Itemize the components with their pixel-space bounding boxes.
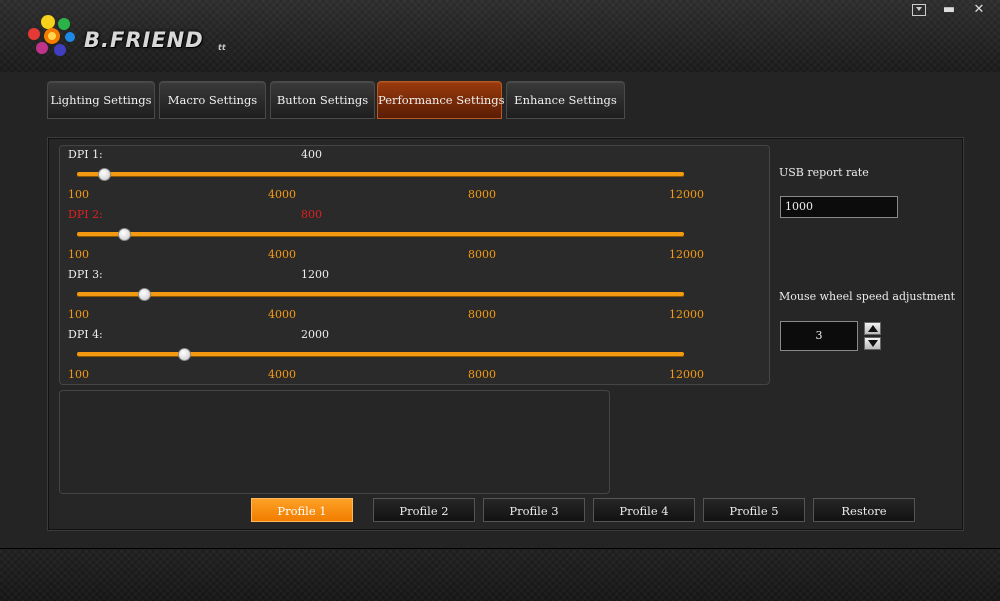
brand-logo: B.FRIEND tt [26, 10, 246, 60]
dpi-4-label: DPI 4: [68, 328, 103, 341]
profile-4-button[interactable]: Profile 4 [593, 498, 695, 522]
profile-5-button[interactable]: Profile 5 [703, 498, 805, 522]
dpi-3-tick-min: 100 [68, 308, 89, 321]
tab-lighting-settings[interactable]: Lighting Settings [47, 81, 155, 119]
dpi-3-slider-thumb[interactable] [138, 288, 151, 301]
minimize-button[interactable]: ▬ [937, 2, 961, 18]
flower-logo-icon [28, 15, 75, 56]
dpi-1-tick-min: 100 [68, 188, 89, 201]
footer-bar [0, 548, 1000, 601]
tab-button-settings[interactable]: Button Settings [270, 81, 375, 119]
dpi-1-tick-8000: 8000 [468, 188, 496, 201]
dpi-4-tick-max: 12000 [669, 368, 704, 381]
dpi-4-slider[interactable] [77, 348, 684, 361]
brand-suffix: tt [218, 43, 226, 52]
profile-2-button[interactable]: Profile 2 [373, 498, 475, 522]
dpi-2-tick-max: 12000 [669, 248, 704, 261]
dropdown-menu-icon [912, 3, 926, 16]
dpi-2-slider[interactable] [77, 228, 684, 241]
dpi-settings-box [59, 145, 770, 385]
dpi-1-tick-4000: 4000 [268, 188, 296, 201]
window-menu-button[interactable] [907, 2, 931, 18]
dpi-2-tick-8000: 8000 [468, 248, 496, 261]
dpi-1-value: 400 [301, 148, 322, 161]
arrow-up-icon [868, 325, 878, 332]
restore-button[interactable]: Restore [813, 498, 915, 522]
dpi-1-slider-thumb[interactable] [98, 168, 111, 181]
mouse-wheel-speed-field[interactable]: 3 [780, 321, 858, 351]
dpi-3-slider[interactable] [77, 288, 684, 301]
dpi-3-label: DPI 3: [68, 268, 103, 281]
dpi-4-value: 2000 [301, 328, 329, 341]
dpi-1-label: DPI 1: [68, 148, 103, 161]
dpi-2-slider-thumb[interactable] [118, 228, 131, 241]
dpi-1-slider[interactable] [77, 168, 684, 181]
dpi-4-tick-min: 100 [68, 368, 89, 381]
dpi-2-tick-min: 100 [68, 248, 89, 261]
mouse-wheel-speed-label: Mouse wheel speed adjustment [779, 290, 956, 303]
dpi-3-value: 1200 [301, 268, 329, 281]
brand-name: B.FRIEND [84, 28, 204, 52]
close-button[interactable]: ✕ [967, 2, 991, 18]
dpi-2-label: DPI 2: [68, 208, 103, 221]
tab-performance-settings[interactable]: Performance Settings [377, 81, 505, 119]
dpi-2-value: 800 [301, 208, 322, 221]
arrow-down-icon [868, 340, 878, 347]
wheel-speed-down-button[interactable] [864, 337, 881, 350]
usb-report-rate-field[interactable]: 1000 [780, 196, 898, 218]
usb-report-rate-label: USB report rate [779, 166, 869, 179]
dpi-3-tick-8000: 8000 [468, 308, 496, 321]
dpi-4-tick-8000: 8000 [468, 368, 496, 381]
tab-macro-settings[interactable]: Macro Settings [159, 81, 266, 119]
dpi-1-tick-max: 12000 [669, 188, 704, 201]
title-bar: B.FRIEND tt ▬ ✕ [0, 0, 1000, 73]
info-box [59, 390, 610, 494]
dpi-4-slider-thumb[interactable] [178, 348, 191, 361]
profile-3-button[interactable]: Profile 3 [483, 498, 585, 522]
profile-1-button[interactable]: Profile 1 [251, 498, 353, 522]
dpi-2-tick-4000: 4000 [268, 248, 296, 261]
dpi-3-tick-max: 12000 [669, 308, 704, 321]
dpi-3-tick-4000: 4000 [268, 308, 296, 321]
wheel-speed-up-button[interactable] [864, 322, 881, 335]
tab-enhance-settings[interactable]: Enhance Settings [506, 81, 625, 119]
dpi-4-tick-4000: 4000 [268, 368, 296, 381]
